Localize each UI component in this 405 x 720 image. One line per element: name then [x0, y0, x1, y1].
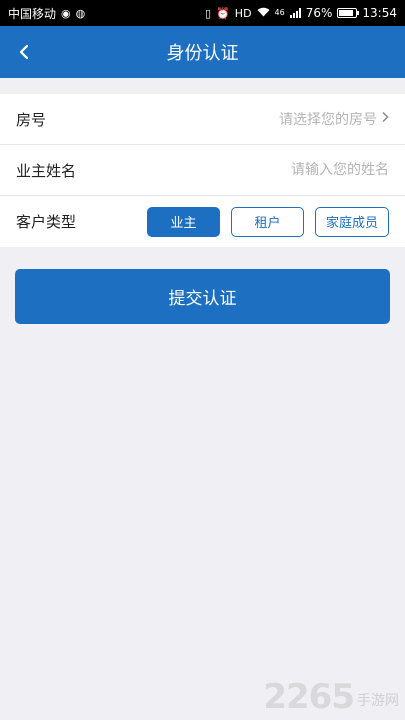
back-button[interactable]: [6, 34, 42, 70]
customer-type-row: 客户类型 业主 租户 家庭成员: [0, 196, 405, 247]
status-right: ▯ ⏰ HD 46 76% 13:54: [205, 6, 397, 20]
customer-type-options: 业主 租户 家庭成员: [147, 206, 389, 237]
watermark-number: 2265: [263, 677, 355, 717]
chevron-left-icon: [19, 44, 29, 60]
submit-button[interactable]: 提交认证: [15, 269, 390, 324]
room-label: 房号: [16, 110, 47, 129]
battery-icon: [337, 8, 360, 18]
type-family-button[interactable]: 家庭成员: [315, 206, 389, 237]
watermark-logo: 2265 手游网: [263, 680, 399, 714]
room-placeholder: 请选择您的房号: [279, 112, 377, 128]
signal-icon: [289, 8, 301, 18]
room-select[interactable]: 请选择您的房号: [136, 109, 389, 129]
customer-type-label: 客户类型: [16, 213, 77, 231]
wechat-icon: ◍: [75, 6, 86, 20]
watermark-text: 手游网: [357, 693, 399, 709]
type-tenant-button[interactable]: 租户: [231, 206, 304, 237]
name-input[interactable]: [136, 162, 389, 178]
nav-bar: 身份认证: [0, 26, 405, 78]
carrier-label: 中国移动: [8, 6, 57, 21]
hd-icon: HD: [234, 6, 252, 20]
name-label: 业主姓名: [16, 161, 77, 180]
wifi-icon: [257, 7, 270, 19]
alarm-icon: ⏰: [216, 6, 230, 20]
type-owner-button[interactable]: 业主: [147, 206, 220, 237]
hotspot-icon: ◉: [61, 6, 71, 20]
identity-form: 房号 请选择您的房号 业主姓名 客户类型 业主 租户 家庭成员: [0, 94, 405, 247]
status-left: 中国移动 ◉ ◍: [8, 5, 85, 22]
clock: 13:54: [362, 6, 397, 20]
battery-percent: 76%: [305, 6, 333, 20]
name-row: 业主姓名: [0, 145, 405, 196]
network-type-label: 46: [274, 8, 285, 17]
chevron-right-icon: [381, 111, 389, 127]
vibrate-icon: ▯: [205, 6, 212, 20]
status-bar: 中国移动 ◉ ◍ ▯ ⏰ HD 46 76% 13:54: [0, 0, 405, 26]
room-row[interactable]: 房号 请选择您的房号: [0, 94, 405, 145]
page-title: 身份认证: [166, 43, 239, 64]
